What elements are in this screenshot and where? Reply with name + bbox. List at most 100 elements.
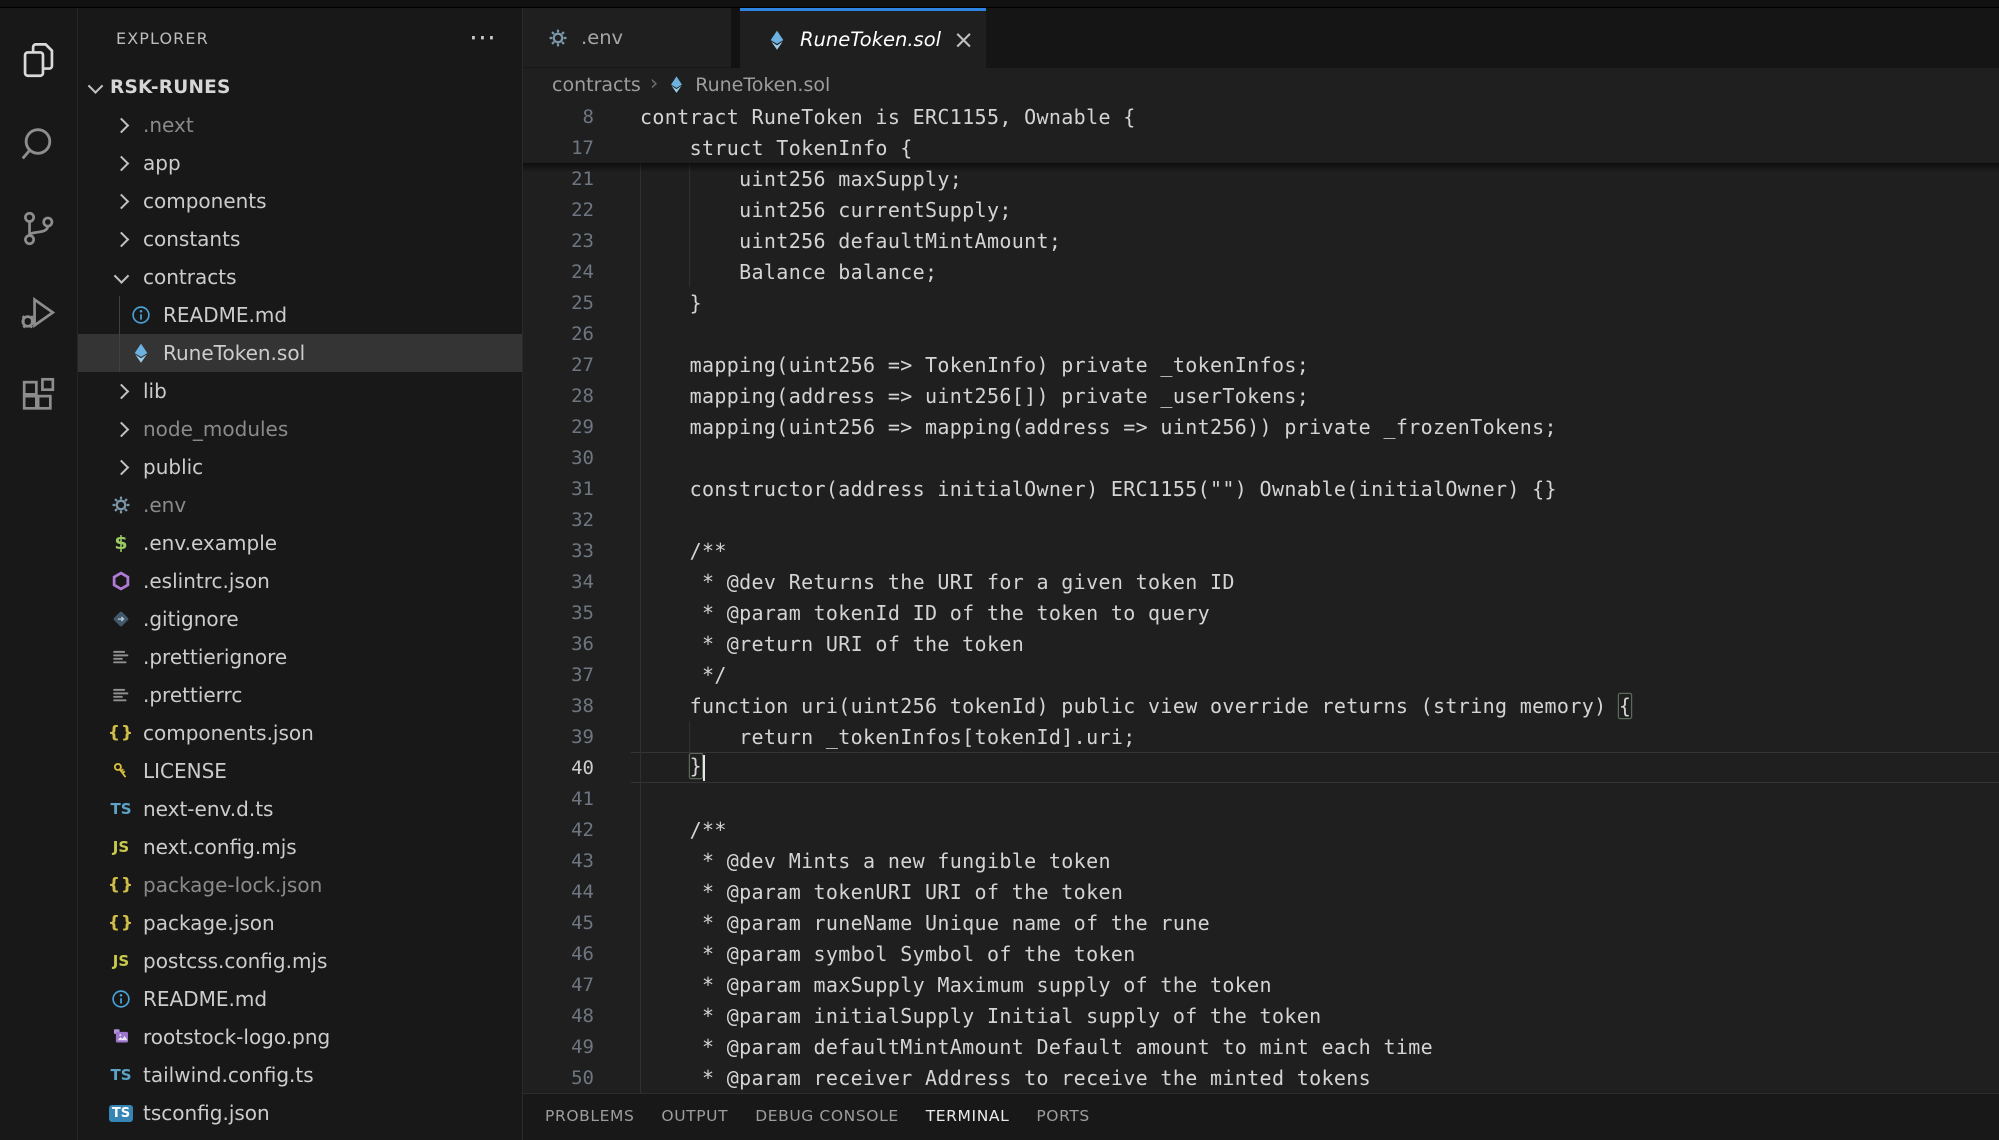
tree-item--prettierignore[interactable]: .prettierignore bbox=[78, 638, 522, 676]
bottom-panel: PROBLEMS OUTPUT DEBUG CONSOLE TERMINAL PORTS bbox=[523, 1093, 1999, 1140]
code-line-34[interactable]: 34 * @dev Returns the URI for a given to… bbox=[523, 566, 1999, 597]
code-line-37[interactable]: 37 */ bbox=[523, 659, 1999, 690]
code-line-33[interactable]: 33 /** bbox=[523, 535, 1999, 566]
tree-item-package-json[interactable]: {}package.json bbox=[78, 904, 522, 942]
code-line-17[interactable]: 17 struct TokenInfo { bbox=[523, 132, 1999, 163]
tab-env[interactable]: .env bbox=[523, 8, 731, 68]
tree-item-node-modules[interactable]: node_modules bbox=[78, 410, 522, 448]
chevron-right-icon bbox=[108, 454, 134, 480]
code-line-36[interactable]: 36 * @return URI of the token bbox=[523, 628, 1999, 659]
tree-item-readme-md[interactable]: README.md bbox=[78, 980, 522, 1018]
tree-item-postcss-config-mjs[interactable]: JSpostcss.config.mjs bbox=[78, 942, 522, 980]
more-actions-icon[interactable]: ⋯ bbox=[469, 28, 496, 48]
ts-icon: TS bbox=[108, 1062, 134, 1088]
lines-icon bbox=[108, 682, 134, 708]
tree-item-components-json[interactable]: {}components.json bbox=[78, 714, 522, 752]
explorer-icon bbox=[17, 39, 60, 86]
code-text: uint256 currentSupply; bbox=[640, 198, 1012, 222]
workspace-root-row[interactable]: RSK-RUNES bbox=[78, 68, 522, 106]
code-line-32[interactable]: 32 bbox=[523, 504, 1999, 535]
sticky-scroll[interactable]: 8contract RuneToken is ERC1155, Ownable … bbox=[523, 101, 1999, 163]
tree-item-readme-md[interactable]: README.md bbox=[78, 296, 522, 334]
code-line-49[interactable]: 49 * @param defaultMintAmount Default am… bbox=[523, 1031, 1999, 1062]
line-number: 44 bbox=[523, 881, 594, 903]
tree-item--eslintrc-json[interactable]: .eslintrc.json bbox=[78, 562, 522, 600]
activity-source-control-button[interactable] bbox=[0, 188, 77, 272]
code-line-40[interactable]: 40 } bbox=[523, 752, 1999, 783]
panel-tab-ports[interactable]: PORTS bbox=[1036, 1107, 1090, 1125]
line-number: 42 bbox=[523, 819, 594, 841]
tree-item--next[interactable]: .next bbox=[78, 106, 522, 144]
tree-item-public[interactable]: public bbox=[78, 448, 522, 486]
tab-runetoken-sol[interactable]: RuneToken.sol × bbox=[740, 8, 986, 68]
code-line-28[interactable]: 28 mapping(address => uint256[]) private… bbox=[523, 380, 1999, 411]
ethereum-icon bbox=[128, 340, 154, 366]
code-line-24[interactable]: 24 Balance balance; bbox=[523, 256, 1999, 287]
code-line-21[interactable]: 21 uint256 maxSupply; bbox=[523, 163, 1999, 194]
activity-extensions-button[interactable] bbox=[0, 356, 77, 440]
code-line-42[interactable]: 42 /** bbox=[523, 814, 1999, 845]
code-line-23[interactable]: 23 uint256 defaultMintAmount; bbox=[523, 225, 1999, 256]
tree-item--env-example[interactable]: $.env.example bbox=[78, 524, 522, 562]
tree-item-next-config-mjs[interactable]: JSnext.config.mjs bbox=[78, 828, 522, 866]
panel-tab-output[interactable]: OUTPUT bbox=[661, 1107, 728, 1125]
code-line-38[interactable]: 38 function uri(uint256 tokenId) public … bbox=[523, 690, 1999, 721]
panel-tab-terminal[interactable]: TERMINAL bbox=[926, 1107, 1010, 1125]
code-text: } bbox=[640, 291, 702, 315]
code-line-48[interactable]: 48 * @param initialSupply Initial supply… bbox=[523, 1000, 1999, 1031]
activity-search-button[interactable] bbox=[0, 104, 77, 188]
extensions-icon bbox=[17, 375, 60, 422]
line-number: 40 bbox=[523, 757, 594, 779]
tree-item-lib[interactable]: lib bbox=[78, 372, 522, 410]
code-line-31[interactable]: 31 constructor(address initialOwner) ERC… bbox=[523, 473, 1999, 504]
code-line-29[interactable]: 29 mapping(uint256 => mapping(address =>… bbox=[523, 411, 1999, 442]
code-line-44[interactable]: 44 * @param tokenURI URI of the token bbox=[523, 876, 1999, 907]
tree-item--prettierrc[interactable]: .prettierrc bbox=[78, 676, 522, 714]
code-line-8[interactable]: 8contract RuneToken is ERC1155, Ownable … bbox=[523, 101, 1999, 132]
code-line-47[interactable]: 47 * @param maxSupply Maximum supply of … bbox=[523, 969, 1999, 1000]
tree-item-package-lock-json[interactable]: {}package-lock.json bbox=[78, 866, 522, 904]
tree-item-contracts[interactable]: contracts bbox=[78, 258, 522, 296]
tree-item--gitignore[interactable]: .gitignore bbox=[78, 600, 522, 638]
code-line-26[interactable]: 26 bbox=[523, 318, 1999, 349]
activity-run-debug-button[interactable] bbox=[0, 272, 77, 356]
breadcrumb-folder[interactable]: contracts bbox=[552, 74, 641, 96]
tab-label: .env bbox=[581, 26, 623, 49]
code-text: function uri(uint256 tokenId) public vie… bbox=[640, 694, 1631, 718]
code-line-50[interactable]: 50 * @param receiver Address to receive … bbox=[523, 1062, 1999, 1093]
chevron-right-icon bbox=[108, 112, 134, 138]
breadcrumb-file[interactable]: RuneToken.sol bbox=[695, 74, 830, 96]
tree-item-app[interactable]: app bbox=[78, 144, 522, 182]
tree-item-constants[interactable]: constants bbox=[78, 220, 522, 258]
tree-item-next-env-d-ts[interactable]: TSnext-env.d.ts bbox=[78, 790, 522, 828]
code-line-41[interactable]: 41 bbox=[523, 783, 1999, 814]
tree-item--env[interactable]: .env bbox=[78, 486, 522, 524]
panel-tab-problems[interactable]: PROBLEMS bbox=[545, 1107, 634, 1125]
tree-item-components[interactable]: components bbox=[78, 182, 522, 220]
line-number: 47 bbox=[523, 974, 594, 996]
code-line-27[interactable]: 27 mapping(uint256 => TokenInfo) private… bbox=[523, 349, 1999, 380]
code-line-43[interactable]: 43 * @dev Mints a new fungible token bbox=[523, 845, 1999, 876]
window-top-edge bbox=[0, 0, 1999, 8]
tree-item-license[interactable]: LICENSE bbox=[78, 752, 522, 790]
code-text: */ bbox=[640, 663, 727, 687]
tree-item-rootstock-logo-png[interactable]: rootstock-logo.png bbox=[78, 1018, 522, 1056]
tree-item-runetoken-sol[interactable]: RuneToken.sol bbox=[78, 334, 522, 372]
panel-tab-debug-console[interactable]: DEBUG CONSOLE bbox=[755, 1107, 899, 1125]
close-icon[interactable]: × bbox=[953, 27, 974, 52]
code-line-46[interactable]: 46 * @param symbol Symbol of the token bbox=[523, 938, 1999, 969]
code-line-39[interactable]: 39 return _tokenInfos[tokenId].uri; bbox=[523, 721, 1999, 752]
code-line-45[interactable]: 45 * @param runeName Unique name of the … bbox=[523, 907, 1999, 938]
tree-item-tailwind-config-ts[interactable]: TStailwind.config.ts bbox=[78, 1056, 522, 1094]
code-line-22[interactable]: 22 uint256 currentSupply; bbox=[523, 194, 1999, 225]
code-text: mapping(uint256 => mapping(address => ui… bbox=[640, 415, 1557, 439]
tree-item-label: .env.example bbox=[143, 531, 277, 555]
activity-bar bbox=[0, 8, 78, 1140]
code-viewport[interactable]: 21 uint256 maxSupply;22 uint256 currentS… bbox=[523, 163, 1999, 1093]
code-line-25[interactable]: 25 } bbox=[523, 287, 1999, 318]
code-text: * @param initialSupply Initial supply of… bbox=[640, 1004, 1322, 1028]
activity-explorer-button[interactable] bbox=[0, 20, 77, 104]
code-line-35[interactable]: 35 * @param tokenId ID of the token to q… bbox=[523, 597, 1999, 628]
tree-item-tsconfig-json[interactable]: TStsconfig.json bbox=[78, 1094, 522, 1132]
code-line-30[interactable]: 30 bbox=[523, 442, 1999, 473]
